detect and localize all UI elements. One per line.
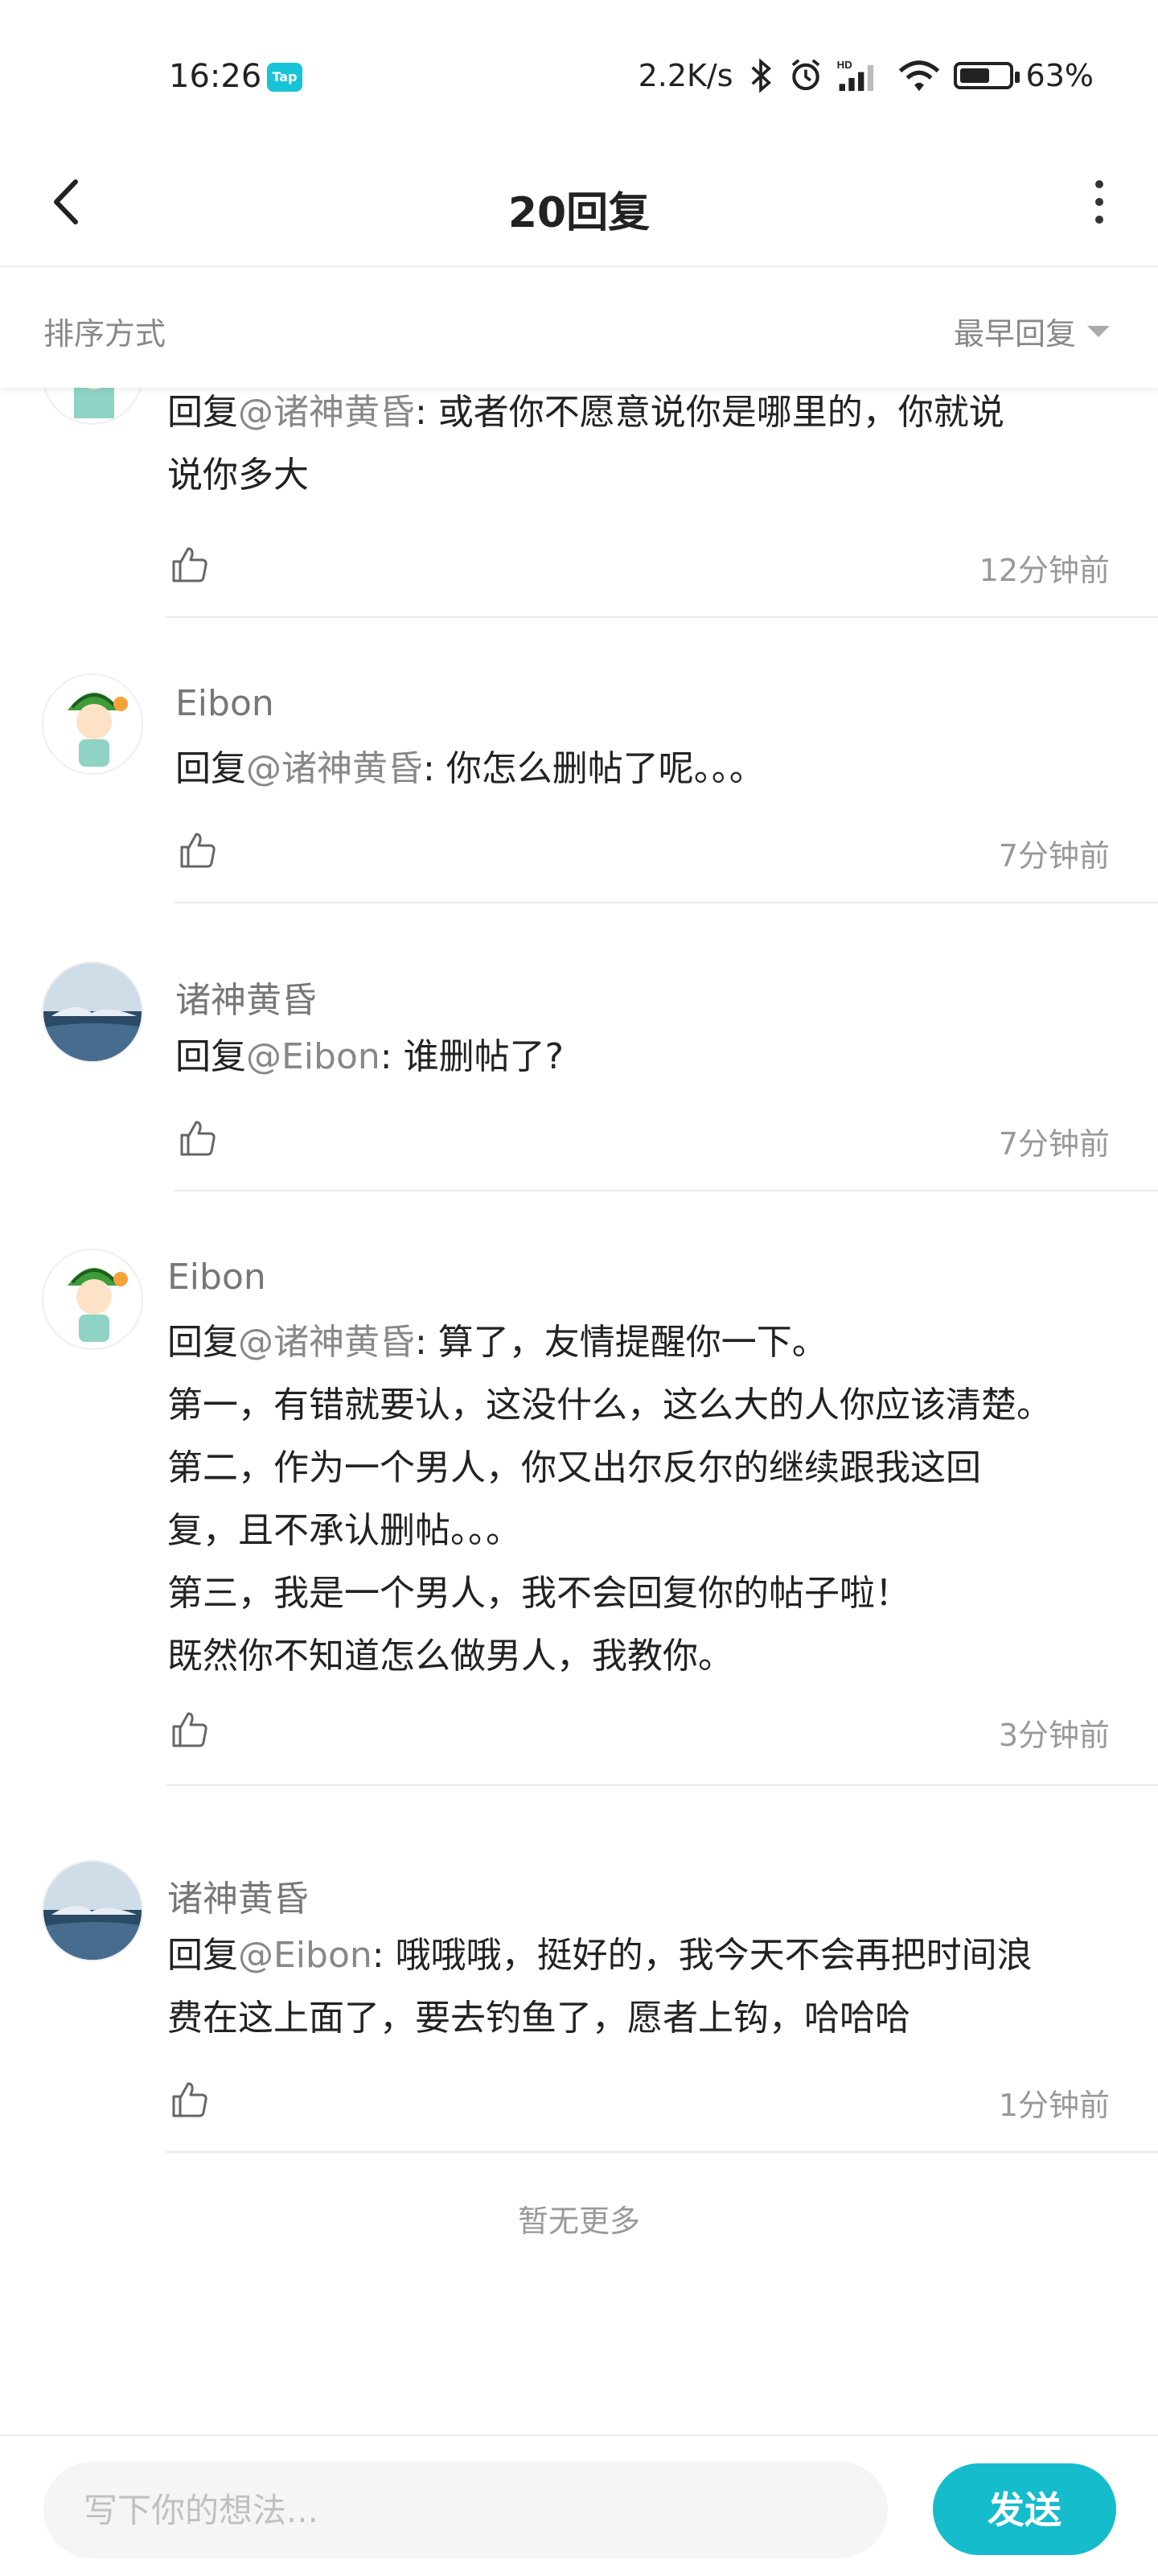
avatar[interactable] (42, 1860, 143, 1961)
reply-text: 回复@诸神黄昏: 算了，友情提醒你一下。 第一，有错就要认，这没什么，这么大的人… (167, 1322, 1052, 1677)
author-name[interactable]: 诸神黄昏 (175, 971, 317, 1023)
mention-link[interactable]: @诸神黄昏 (238, 1322, 415, 1363)
sort-value: 最早回复 (953, 316, 1076, 352)
avatar[interactable] (42, 673, 143, 775)
reply-time: 3分钟前 (998, 1718, 1110, 1753)
author-name[interactable]: Eibon (167, 1257, 266, 1298)
reply-time: 7分钟前 (998, 838, 1110, 874)
send-button[interactable]: 发送 (933, 2463, 1116, 2555)
caret-down-icon (1087, 325, 1110, 337)
hd-signal-icon: HD (836, 59, 873, 92)
divider (166, 2151, 1158, 2153)
thumbs-up-icon[interactable] (177, 829, 219, 871)
reply-time: 12分钟前 (979, 553, 1110, 588)
more-vertical-icon[interactable] (1087, 174, 1111, 230)
svg-text:HD: HD (836, 59, 852, 71)
battery-icon (953, 62, 1020, 89)
thumbs-up-icon[interactable] (169, 544, 211, 586)
tap-app-badge: Tap (267, 63, 302, 92)
author-name[interactable]: Eibon (175, 683, 274, 724)
reply-text: 回复@Eibon: 谁删帖了? (175, 1036, 564, 1077)
reply-time: 7分钟前 (998, 1126, 1110, 1162)
alarm-icon (791, 59, 819, 91)
reply-text: 回复@Eibon: 哦哦哦，挺好的，我今天不会再把时间浪 费在这上面了，要去钓鱼… (167, 1935, 1033, 2039)
wifi-icon (898, 60, 939, 92)
sort-bar: 排序方式 最早回复 (0, 267, 1158, 388)
mention-link[interactable]: @Eibon (238, 1935, 372, 1976)
mention-link[interactable]: @诸神黄昏 (246, 748, 423, 789)
reply-list[interactable]: 回复@诸神黄昏: 或者你不愿意说你是哪里的，你就说 说你多大 12分钟前 Eib… (0, 388, 1158, 2431)
reply-text: 回复@诸神黄昏: 你怎么删帖了呢。。。 (175, 748, 765, 789)
thumbs-up-icon[interactable] (177, 1117, 219, 1159)
mention-link[interactable]: @诸神黄昏 (238, 392, 415, 433)
reply-text: 回复@诸神黄昏: 或者你不愿意说你是哪里的，你就说 说你多大 (167, 392, 1004, 496)
author-name[interactable]: 诸神黄昏 (167, 1870, 309, 1921)
divider (174, 1190, 1158, 1191)
net-speed: 2.2K/s (638, 58, 733, 93)
status-bar: 16:26 Tap 2.2K/s HD 63% (0, 0, 1158, 145)
no-more-label: 暂无更多 (517, 2204, 640, 2239)
nav-bar: 20回复 (0, 145, 1158, 267)
reply-time: 1分钟前 (998, 2088, 1110, 2123)
status-right: 2.2K/s HD 63% (639, 58, 1094, 93)
divider (174, 902, 1158, 903)
page-title: 20回复 (507, 189, 651, 237)
bluetooth-icon (751, 58, 771, 93)
avatar[interactable] (42, 388, 143, 425)
mention-link[interactable]: @Eibon (246, 1036, 380, 1077)
composer-bar: 发送 (0, 2434, 1158, 2576)
avatar[interactable] (42, 961, 143, 1063)
comment-input[interactable] (43, 2462, 888, 2558)
thumbs-up-icon[interactable] (169, 2079, 211, 2121)
status-time: 16:26 (169, 58, 262, 95)
sort-dropdown[interactable]: 最早回复 (954, 309, 1110, 353)
avatar[interactable] (42, 1249, 143, 1350)
divider (166, 1784, 1158, 1786)
thumbs-up-icon[interactable] (169, 1709, 211, 1751)
sort-label: 排序方式 (43, 316, 166, 352)
battery-percent: 63% (1025, 58, 1094, 93)
divider (166, 616, 1158, 618)
